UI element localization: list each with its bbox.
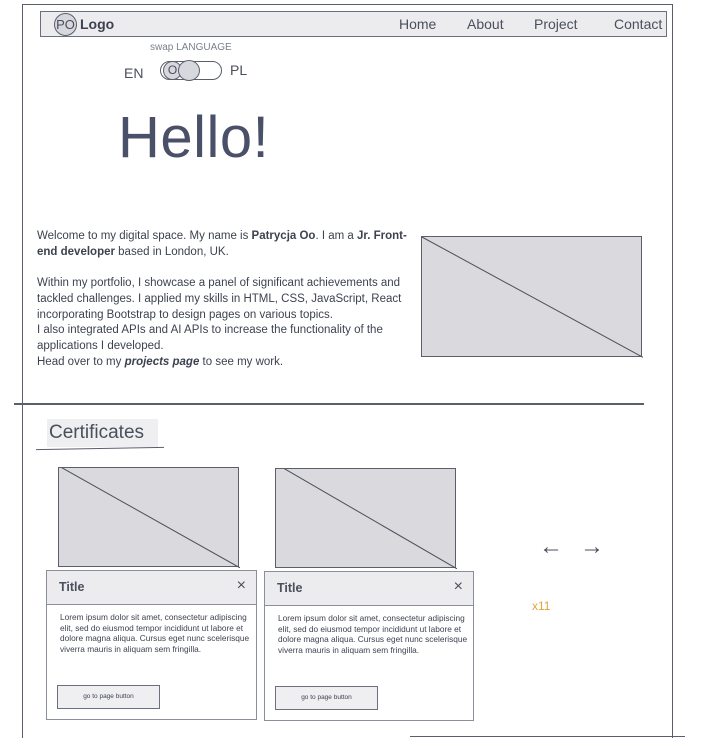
card-title: Title (59, 580, 85, 594)
certificates-heading: Certificates (47, 419, 158, 447)
certificate-card: Title × Lorem ipsum dolor sit amet, cons… (264, 571, 474, 721)
language-en-label: EN (124, 65, 144, 81)
language-swap-label: swap LANGUAGE (150, 42, 232, 53)
frame-left-border (22, 4, 23, 738)
language-pl-label: PL (230, 62, 248, 78)
logo-label[interactable]: Logo (80, 16, 114, 32)
projects-page-link[interactable]: projects page (125, 356, 200, 368)
card-header: Title × (47, 571, 256, 605)
certificate-image-placeholder (275, 468, 457, 569)
section-divider (14, 403, 644, 405)
go-to-page-button[interactable]: go to page button (57, 685, 160, 709)
certificate-count: x11 (532, 599, 551, 613)
intro-paragraph-3: I also integrated APIs and AI APIs to in… (37, 324, 383, 352)
nav-link-project[interactable]: Project (534, 16, 578, 32)
intro-paragraph-1: Welcome to my digital space. My name is … (37, 229, 422, 260)
image-placeholder-icon (422, 237, 643, 358)
intro-text: Welcome to my digital space. My name is … (37, 229, 422, 370)
arrow-right-icon[interactable]: → (580, 533, 604, 561)
close-icon[interactable]: × (237, 577, 246, 595)
nav-link-about[interactable]: About (467, 16, 504, 32)
image-placeholder-icon (283, 469, 457, 569)
intro-paragraph-4: Head over to my projects page to see my … (37, 355, 422, 371)
arrow-left-icon[interactable]: ← (539, 533, 563, 561)
hero-greeting: Hello! (118, 105, 270, 170)
frame-top-border (22, 4, 673, 5)
card-header: Title × (265, 572, 473, 606)
intro-p1-before: Welcome to my digital space. My name is (37, 230, 252, 242)
logo-icon[interactable]: PO (54, 13, 77, 36)
frame-bottom-border (410, 736, 685, 737)
intro-p1-after: based in London, UK. (114, 245, 229, 258)
intro-p4-before: Head over to my (37, 355, 125, 368)
toggle-knob[interactable] (178, 60, 200, 81)
profile-image-placeholder (421, 236, 643, 358)
card-body-text: Lorem ipsum dolor sit amet, consectetur … (278, 613, 468, 655)
close-icon[interactable]: × (454, 578, 463, 596)
intro-p4-after: to see my work. (199, 355, 284, 368)
certificate-image-placeholder (58, 467, 240, 568)
card-title: Title (277, 581, 303, 595)
nav-link-home[interactable]: Home (399, 16, 436, 32)
certificate-card: Title × Lorem ipsum dolor sit amet, cons… (46, 570, 257, 720)
image-placeholder-icon (61, 468, 240, 568)
intro-paragraph-2: Within my portfolio, I showcase a panel … (37, 277, 402, 321)
card-body-text: Lorem ipsum dolor sit amet, consectetur … (60, 612, 250, 654)
intro-p1-mid: . I am a (315, 230, 357, 242)
certificates-underline (36, 446, 164, 451)
go-to-page-button[interactable]: go to page button (275, 686, 378, 710)
nav-link-contact[interactable]: Contact (614, 16, 662, 32)
intro-name: Patrycja Oo (251, 230, 316, 242)
frame-right-border (672, 4, 673, 738)
